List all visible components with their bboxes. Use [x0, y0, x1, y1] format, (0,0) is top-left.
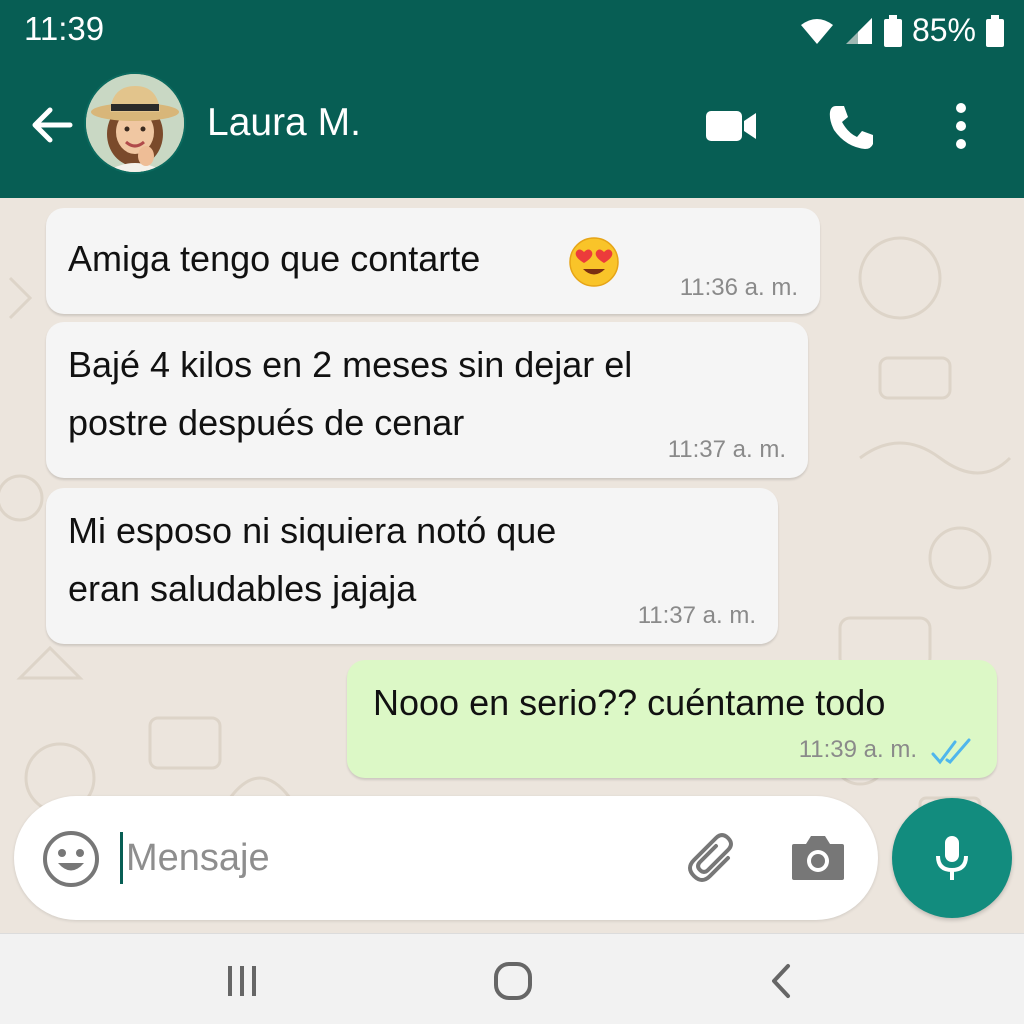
read-receipt-ticks-icon: [931, 738, 971, 765]
recent-apps-icon[interactable]: [222, 962, 262, 1000]
status-bar: 11:39 85%: [0, 0, 1024, 62]
battery-indicator-icon: [986, 14, 1004, 47]
back-arrow-icon[interactable]: [26, 100, 76, 150]
more-options-icon[interactable]: [946, 100, 976, 152]
message-time: 11:37 a. m.: [637, 602, 756, 629]
paperclip-attach-icon[interactable]: [684, 830, 742, 888]
message-text: Mi esposo ni siquiera notó que eran salu…: [68, 502, 748, 618]
battery-percent: 85%: [911, 12, 976, 48]
message-line: Mi esposo ni siquiera notó que: [68, 510, 557, 551]
status-icons: 85%: [800, 12, 1004, 49]
message-bubble-outgoing[interactable]: Nooo en serio?? cuéntame todo 11:39 a. m…: [347, 660, 997, 778]
contact-name[interactable]: Laura M.: [207, 101, 361, 145]
nav-back-icon[interactable]: [766, 960, 796, 1002]
message-text: Amiga tengo que contarte: [68, 238, 481, 279]
message-time: 11:36 a. m.: [679, 274, 798, 301]
message-bubble-incoming[interactable]: Amiga tengo que contarte 11:36 a. m.: [46, 208, 820, 314]
status-time: 11:39: [24, 10, 105, 47]
message-text: Bajé 4 kilos en 2 meses sin dejar el pos…: [68, 336, 768, 452]
battery-icon: [883, 14, 902, 47]
message-bubble-incoming[interactable]: Bajé 4 kilos en 2 meses sin dejar el pos…: [46, 322, 808, 478]
emoji-smiley-icon[interactable]: [42, 830, 100, 888]
wifi-icon: [800, 18, 833, 44]
camera-icon[interactable]: [790, 832, 846, 882]
heart-eyes-emoji-icon: [569, 237, 619, 287]
message-time: 11:39 a. m.: [798, 736, 917, 763]
avatar-photo: [86, 74, 184, 172]
video-call-icon[interactable]: [704, 108, 758, 144]
message-line: postre después de cenar: [68, 402, 465, 443]
message-time: 11:37 a. m.: [667, 436, 786, 463]
message-line: Bajé 4 kilos en 2 meses sin dejar el: [68, 344, 633, 385]
contact-avatar[interactable]: [84, 72, 186, 174]
voice-record-button[interactable]: [892, 798, 1012, 918]
message-composer: [14, 796, 878, 920]
text-caret: [120, 832, 123, 884]
system-navigation-bar: [0, 933, 1024, 1024]
message-text: Nooo en serio?? cuéntame todo: [373, 682, 886, 723]
signal-icon: [845, 17, 872, 44]
home-icon[interactable]: [492, 960, 534, 1002]
phone-call-icon[interactable]: [826, 102, 876, 152]
chat-header: 11:39 85% Laura M.: [0, 0, 1024, 198]
microphone-icon: [936, 836, 968, 880]
message-input[interactable]: [126, 826, 666, 890]
message-bubble-incoming[interactable]: Mi esposo ni siquiera notó que eran salu…: [46, 488, 778, 644]
